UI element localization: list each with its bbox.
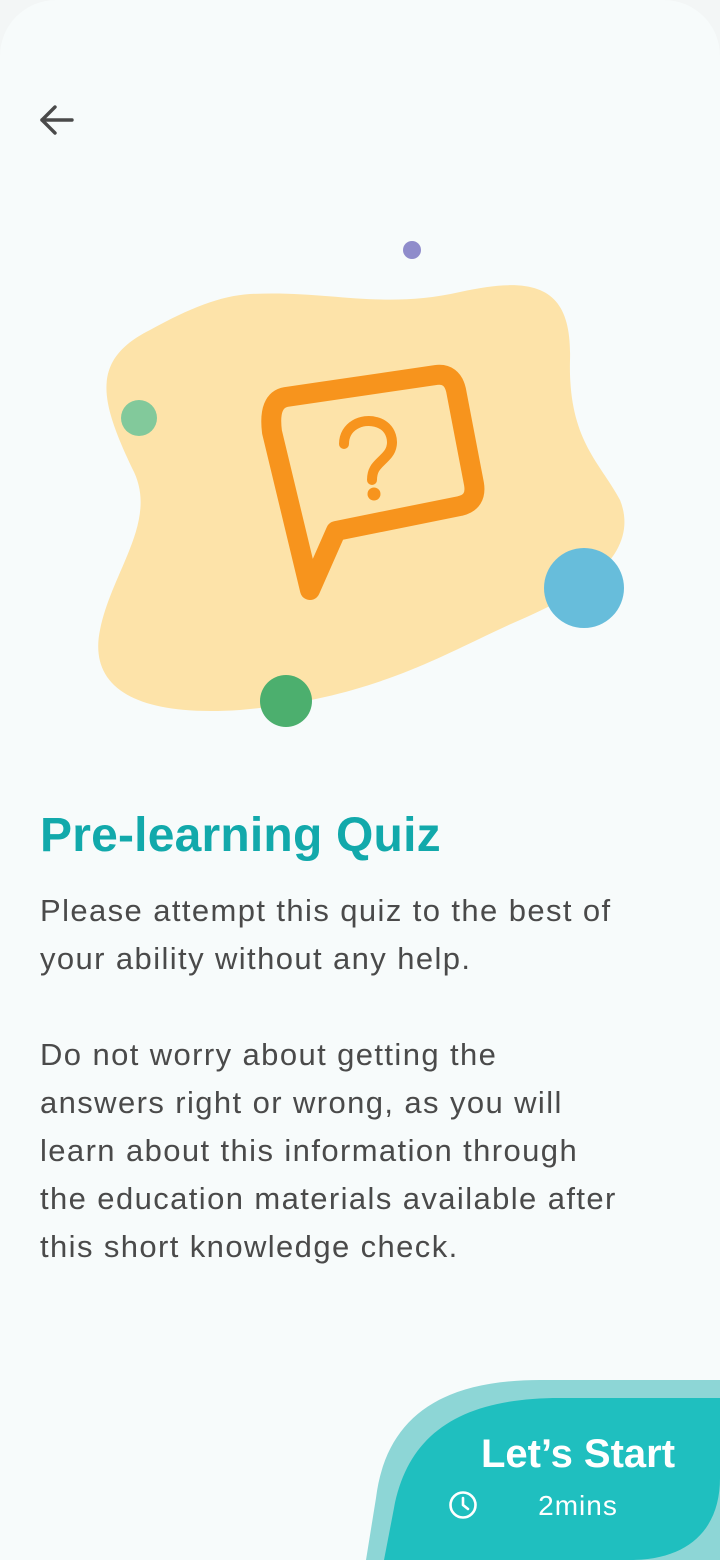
quiz-illustration (0, 200, 720, 760)
decor-dot-purple (403, 241, 421, 259)
lets-start-button[interactable]: Let’s Start 2mins (360, 1378, 720, 1560)
paragraph-line: Do not worry about getting the (40, 1037, 498, 1072)
back-button[interactable] (26, 90, 86, 150)
decor-dot-light-green (121, 400, 157, 436)
decor-dot-green (260, 675, 312, 727)
instructions-paragraph-2: Do not worry about getting the answers r… (40, 1031, 680, 1271)
duration-info: 2mins (448, 1490, 708, 1522)
arrow-left-icon (40, 105, 74, 135)
paragraph-line: Please attempt this quiz to the best of (40, 893, 612, 928)
quiz-intro-screen: Pre-learning Quiz Please attempt this qu… (0, 0, 720, 1560)
blob-shape (98, 285, 625, 712)
paragraph-line: the education materials available after (40, 1181, 617, 1216)
paragraph-line: your ability without any help. (40, 941, 472, 976)
paragraph-line: learn about this information through (40, 1133, 579, 1168)
instructions-paragraph-1: Please attempt this quiz to the best of … (40, 887, 680, 983)
paragraph-line: answers right or wrong, as you will (40, 1085, 563, 1120)
question-mark-dot (367, 487, 381, 501)
start-button-label: Let’s Start (480, 1432, 676, 1476)
page-title: Pre-learning Quiz (40, 809, 441, 862)
duration-text: 2mins (538, 1490, 618, 1521)
clock-icon (449, 1491, 477, 1519)
decor-dot-blue (544, 548, 624, 628)
paragraph-line: this short knowledge check. (40, 1229, 459, 1264)
